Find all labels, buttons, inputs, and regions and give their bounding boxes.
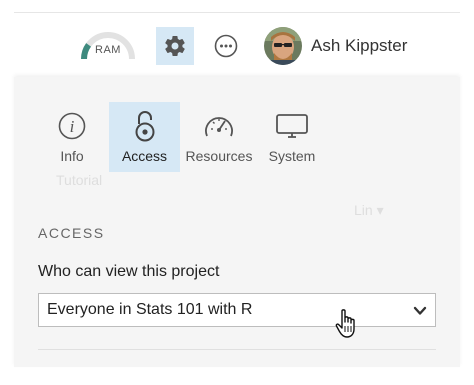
background-ghost-tutorial: Tutorial [56,172,103,188]
tab-access[interactable]: Access [109,102,180,172]
tab-info-label: Info [60,148,84,164]
select-value: Everyone in Stats 101 with R [47,301,253,318]
tab-resources-label: Resources [185,148,253,164]
top-divider [14,12,460,13]
chevron-down-icon [413,306,427,315]
info-icon: i [58,112,86,140]
tab-system[interactable]: System [262,102,322,172]
gear-icon [165,36,185,57]
svg-text:i: i [70,117,75,136]
section-divider [38,349,436,350]
lock-icon [135,111,154,142]
tab-system-label: System [268,148,316,164]
monitor-icon [276,114,308,138]
section-title: ACCESS [38,225,105,241]
field-label: Who can view this project [38,263,220,280]
settings-panel: Tutorial Lin ▾ i Info Access Resources S… [14,77,460,367]
tab-access-label: Access [121,148,168,164]
speedometer-icon [205,117,233,137]
user-avatar-image [264,27,302,65]
project-settings-screen: RAM Ash Kippster Tutorial Lin ▾ i Info A… [0,0,474,385]
settings-button[interactable] [156,27,194,65]
more-horizontal-icon [214,34,238,58]
hand-pointer-cursor-icon [335,309,355,338]
ram-gauge[interactable]: RAM [78,23,138,63]
user-name: Ash Kippster [311,36,408,55]
more-options-button[interactable] [214,34,238,58]
settings-tabs: i Info Access Resources System [47,102,322,172]
user-menu[interactable]: Ash Kippster [264,26,407,66]
tab-info[interactable]: i Info [47,102,97,172]
project-visibility-select[interactable]: Everyone in Stats 101 with R [38,293,436,327]
header-bar: RAM Ash Kippster [14,18,460,76]
ram-gauge-icon [80,32,135,60]
ram-label: RAM [95,44,121,56]
background-ghost-text: Lin ▾ [354,202,384,218]
avatar [264,27,302,65]
tab-resources[interactable]: Resources [184,102,254,172]
